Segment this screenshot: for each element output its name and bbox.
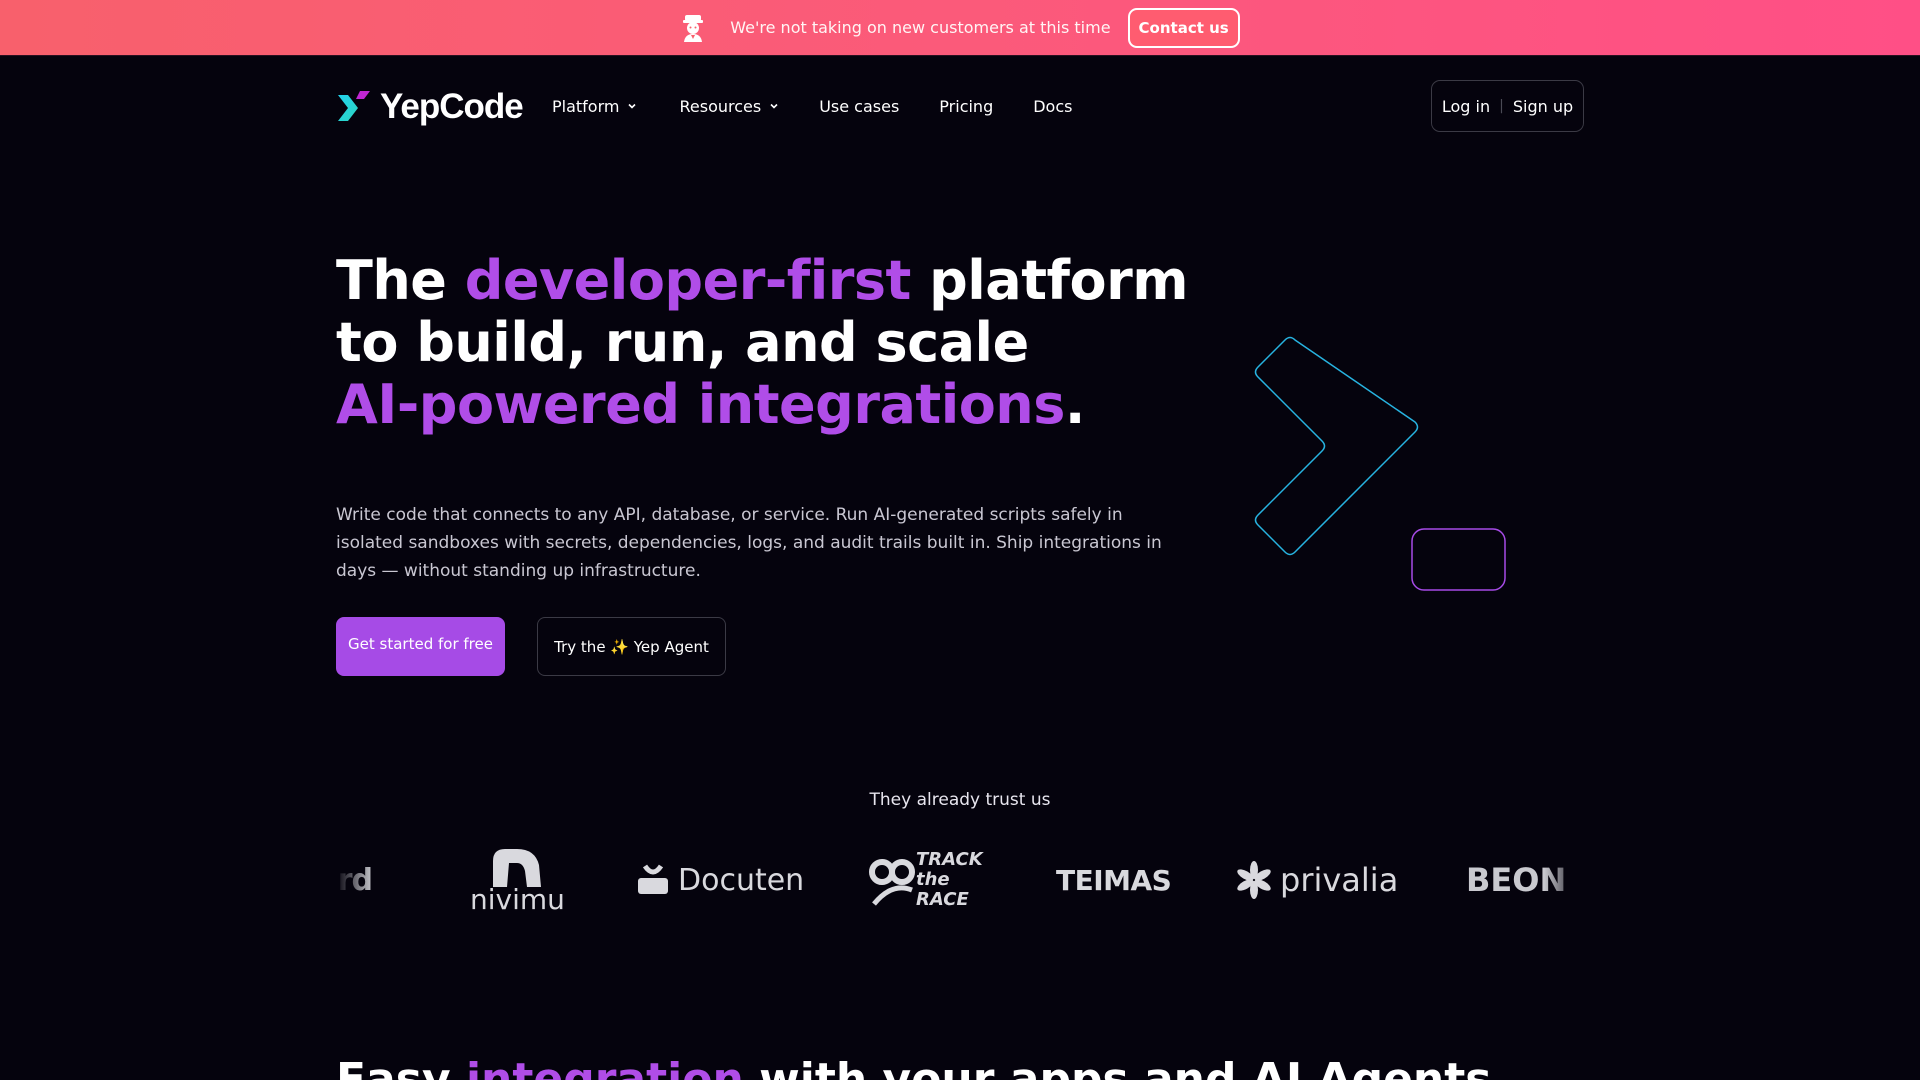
carousel-fade-right — [1544, 840, 1584, 920]
nav-item-label: Platform — [552, 96, 620, 116]
hero-title-part: . — [1064, 373, 1086, 436]
nav-item-label: Docs — [1033, 96, 1073, 116]
logo-text: nivimu — [470, 883, 565, 916]
logo-text: TRACK the RACE — [916, 849, 983, 910]
nivimu-mark-icon — [493, 849, 542, 887]
brand-name: YepCode — [380, 87, 524, 126]
nav-item-resources[interactable]: Resources — [679, 97, 779, 116]
brand-logo[interactable]: YepCode — [336, 87, 524, 127]
login-link[interactable]: Log in — [1442, 97, 1490, 116]
logo-text: Docuten — [678, 862, 805, 898]
nav-links: Platform Resources Use cases Pricing Doc… — [552, 79, 1112, 133]
terminal-prompt-graphic — [1254, 336, 1506, 591]
chevron-down-icon — [770, 103, 778, 109]
prompt-chevron-shape — [1254, 336, 1419, 556]
signup-link[interactable]: Sign up — [1513, 97, 1573, 116]
customer-logo-nivimu: nivimu — [470, 840, 565, 920]
nav-item-docs[interactable]: Docs — [1033, 97, 1072, 116]
nav-item-use-cases[interactable]: Use cases — [819, 97, 899, 116]
mascot-icon — [683, 14, 704, 42]
trust-section-title: They already trust us — [869, 790, 1051, 810]
hero-description: Write code that connects to any API, dat… — [336, 505, 1162, 581]
section-title-part: with your apps and AI Agents — [743, 1054, 1492, 1080]
customer-logo-track-the-race: TRACK the RACE — [868, 840, 988, 920]
customer-logo-teimas: TEIMAS — [1056, 840, 1172, 920]
customer-logos-carousel: bird nivimu Docuten TRACK the RACE TEIMA… — [336, 840, 1584, 920]
contact-us-button[interactable]: Contact us — [1127, 7, 1240, 48]
logo-text: TEIMAS — [1056, 863, 1172, 897]
carousel-fade-left — [336, 840, 376, 920]
chevron-down-icon — [628, 103, 637, 109]
track-the-race-pin-icon — [869, 859, 915, 906]
docuten-mark-icon — [638, 864, 668, 894]
prompt-cursor-shape — [1411, 528, 1506, 591]
integration-section-title: Easy integration with your apps and AI A… — [336, 1052, 1491, 1080]
nav-item-label: Resources — [679, 96, 762, 116]
section-title-part: Easy — [336, 1054, 466, 1080]
hero-title-accent: AI-powered integrations — [336, 373, 1065, 436]
auth-box: Log in | Sign up — [1431, 80, 1584, 132]
nav-item-label: Use cases — [819, 96, 900, 116]
get-started-button[interactable]: Get started for free — [336, 617, 505, 676]
logo-row: bird nivimu Docuten TRACK the RACE TEIMA… — [336, 840, 1584, 920]
nav-item-pricing[interactable]: Pricing — [939, 97, 993, 116]
main-navigation: YepCode Platform Resources Use cases Pri… — [336, 79, 1584, 133]
try-yep-agent-button[interactable]: Try the ✨ Yep Agent — [537, 617, 726, 676]
customer-logo-docuten: Docuten — [636, 840, 804, 920]
auth-separator: | — [1499, 98, 1504, 114]
nav-item-platform[interactable]: Platform — [552, 97, 637, 116]
customer-logo-privalia: privalia — [1234, 840, 1398, 920]
hero-title-accent: developer-first — [464, 249, 912, 312]
section-title-accent: integration — [465, 1054, 744, 1080]
nav-item-label: Pricing — [939, 96, 994, 116]
hero-title: The developer-first platform to build, r… — [336, 250, 1236, 436]
announcement-banner: We're not taking on new customers at thi… — [0, 0, 1920, 56]
banner-message: We're not taking on new customers at thi… — [730, 18, 1111, 37]
hero-title-part: The — [336, 249, 465, 312]
privalia-flower-icon — [1237, 861, 1271, 899]
logo-text: privalia — [1280, 861, 1399, 899]
yepcode-logo-icon — [338, 91, 370, 121]
